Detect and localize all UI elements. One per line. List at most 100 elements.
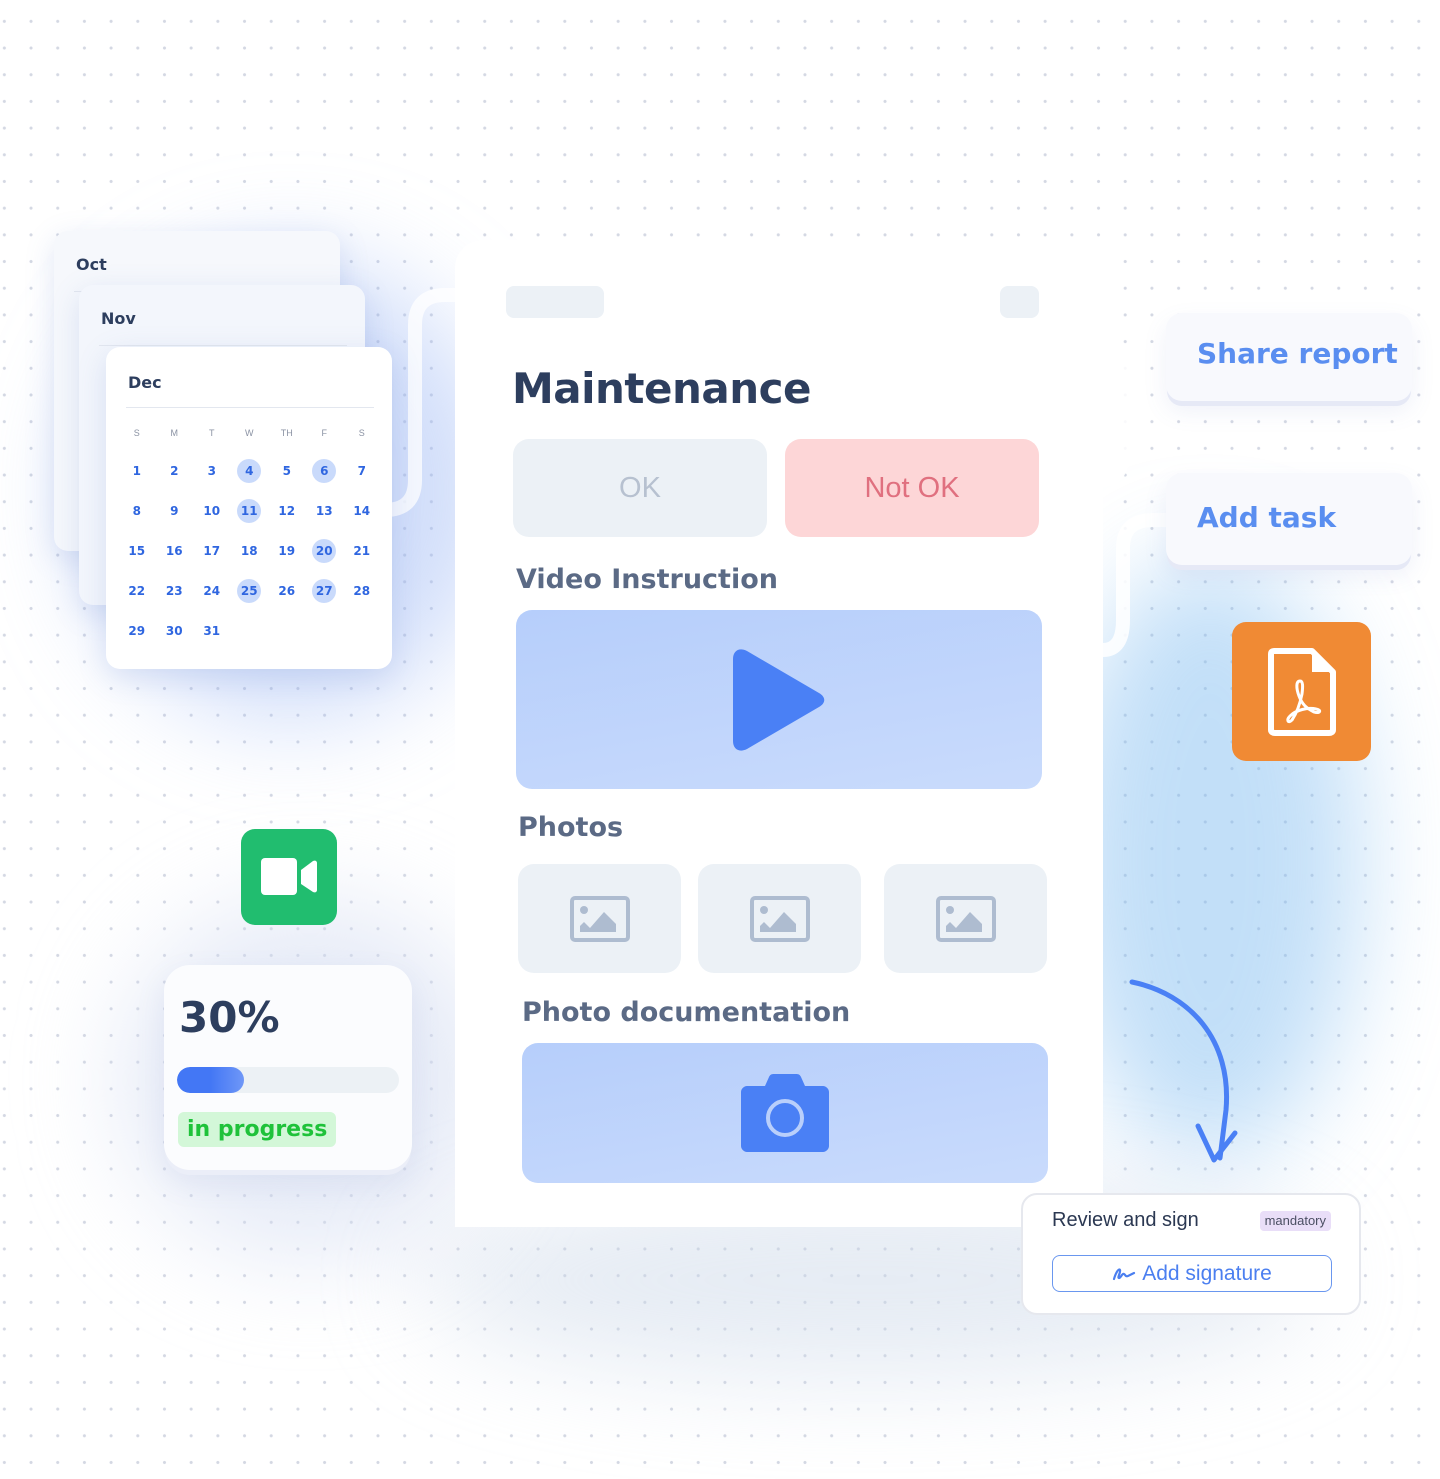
photo-tile[interactable] xyxy=(698,864,861,973)
calendar-day[interactable]: 7 xyxy=(343,451,381,491)
calendar-day-number: 28 xyxy=(353,584,371,598)
calendar-day[interactable]: 19 xyxy=(268,531,306,571)
calendar-card-dec[interactable]: Dec S M T W TH F S 1 2 3 4 5 6 7 8 9 10 11 12 13 14 15 16 17 18 1… xyxy=(106,347,392,669)
calendar-day[interactable]: 21 xyxy=(343,531,381,571)
calendar-day[interactable]: 28 xyxy=(343,571,381,611)
calendar-grid: S M T W TH F S 1 2 3 4 5 6 7 8 9 10 11 12 13 14 15 16 17 18 19 20 2… xyxy=(118,423,380,651)
calendar-day-highlighted[interactable]: 20 xyxy=(306,531,344,571)
calendar-day-number: 18 xyxy=(240,544,258,558)
calendar-day-number: 31 xyxy=(203,624,221,638)
calendar-day-number: 5 xyxy=(282,464,291,478)
calendar-day-number: 20 xyxy=(312,539,337,563)
calendar-day-highlighted[interactable]: 27 xyxy=(306,571,344,611)
calendar-day[interactable]: 8 xyxy=(118,491,156,531)
calendar-day-number: 22 xyxy=(128,584,146,598)
share-report-button[interactable]: Share report xyxy=(1166,313,1412,401)
calendar-day[interactable]: 17 xyxy=(193,531,231,571)
calendar-day-number: 6 xyxy=(312,459,337,483)
calendar-day[interactable]: 18 xyxy=(231,531,269,571)
page-title: Maintenance xyxy=(512,364,812,413)
calendar-day-number: 14 xyxy=(353,504,371,518)
review-sign-card: Review and sign mandatory Add signature xyxy=(1021,1193,1361,1315)
calendar-day-highlighted[interactable]: 4 xyxy=(231,451,269,491)
calendar-day[interactable]: 12 xyxy=(268,491,306,531)
calendar-day-number: 17 xyxy=(203,544,221,558)
review-sign-title: Review and sign xyxy=(1052,1209,1199,1231)
weekday-label: F xyxy=(321,428,328,438)
progress-bar xyxy=(177,1067,399,1093)
add-task-button[interactable]: Add task xyxy=(1166,473,1412,565)
calendar-divider xyxy=(126,407,374,408)
calendar-day-number: 7 xyxy=(357,464,366,478)
calendar-day-number: 24 xyxy=(203,584,221,598)
calendar-day-highlighted[interactable]: 6 xyxy=(306,451,344,491)
calendar-day[interactable]: 5 xyxy=(268,451,306,491)
pdf-file-icon xyxy=(1267,647,1336,736)
calendar-day-number: 12 xyxy=(278,504,296,518)
progress-percent: 30% xyxy=(179,993,280,1042)
calendar-month-label: Oct xyxy=(76,255,107,274)
calendar-day-number: 29 xyxy=(128,624,146,638)
calendar-day[interactable]: 29 xyxy=(118,611,156,651)
calendar-day[interactable]: 14 xyxy=(343,491,381,531)
calendar-day-number: 13 xyxy=(315,504,333,518)
calendar-day[interactable]: 13 xyxy=(306,491,344,531)
weekday-label: TH xyxy=(280,428,293,438)
video-player[interactable] xyxy=(516,610,1042,789)
calendar-day-number: 3 xyxy=(207,464,216,478)
photo-tile[interactable] xyxy=(518,864,681,973)
camera-icon xyxy=(741,1074,829,1152)
status-badge: in progress xyxy=(178,1112,337,1147)
calendar-day-number: 10 xyxy=(203,504,221,518)
calendar-day[interactable]: 22 xyxy=(118,571,156,611)
calendar-day-number: 27 xyxy=(312,579,337,603)
calendar-day-number: 9 xyxy=(170,504,179,518)
calendar-day-number: 2 xyxy=(170,464,179,478)
photo-documentation-label: Photo documentation xyxy=(522,997,851,1028)
pdf-export-button[interactable] xyxy=(1232,622,1371,761)
calendar-day-number: 1 xyxy=(132,464,141,478)
add-signature-button[interactable]: Add signature xyxy=(1052,1255,1332,1292)
calendar-month-label: Dec xyxy=(128,373,162,392)
calendar-day[interactable]: 24 xyxy=(193,571,231,611)
curved-arrow-icon xyxy=(1129,979,1238,1163)
calendar-day-number: 19 xyxy=(278,544,296,558)
photos-label: Photos xyxy=(518,812,624,843)
ok-button[interactable]: OK xyxy=(513,439,767,537)
calendar-day[interactable]: 2 xyxy=(156,451,194,491)
calendar-day[interactable]: 1 xyxy=(118,451,156,491)
maintenance-card: Maintenance OK Not OK Video Instruction … xyxy=(455,240,1103,1227)
calendar-day[interactable]: 15 xyxy=(118,531,156,571)
weekday-label: M xyxy=(170,428,179,438)
calendar-day[interactable]: 3 xyxy=(193,451,231,491)
calendar-day[interactable]: 9 xyxy=(156,491,194,531)
calendar-day-number: 23 xyxy=(165,584,183,598)
header-action-placeholder[interactable] xyxy=(1000,286,1039,318)
weekday-label: S xyxy=(133,428,140,438)
calendar-day[interactable]: 16 xyxy=(156,531,194,571)
video-call-button[interactable] xyxy=(241,829,337,925)
calendar-day-number: 16 xyxy=(165,544,183,558)
not-ok-button[interactable]: Not OK xyxy=(785,439,1039,537)
calendar-day[interactable]: 23 xyxy=(156,571,194,611)
video-camera-icon xyxy=(261,858,317,895)
calendar-day-highlighted[interactable]: 25 xyxy=(231,571,269,611)
calendar-month-label: Nov xyxy=(101,309,136,328)
signature-icon xyxy=(1113,1267,1136,1280)
share-report-label: Share report xyxy=(1197,336,1398,370)
calendar-day[interactable]: 26 xyxy=(268,571,306,611)
play-icon xyxy=(733,648,825,751)
photo-tile[interactable] xyxy=(884,864,1047,973)
calendar-day[interactable]: 30 xyxy=(156,611,194,651)
progress-bar-fill xyxy=(177,1067,244,1093)
mandatory-badge: mandatory xyxy=(1259,1211,1331,1231)
header-placeholder xyxy=(506,286,604,318)
add-signature-label: Add signature xyxy=(1142,1261,1272,1285)
calendar-day[interactable]: 31 xyxy=(193,611,231,651)
calendar-day-number: 26 xyxy=(278,584,296,598)
calendar-day[interactable]: 10 xyxy=(193,491,231,531)
take-photo-button[interactable] xyxy=(522,1043,1048,1183)
calendar-day-highlighted[interactable]: 11 xyxy=(231,491,269,531)
image-placeholder-icon xyxy=(569,895,630,942)
calendar-day-number: 15 xyxy=(128,544,146,558)
